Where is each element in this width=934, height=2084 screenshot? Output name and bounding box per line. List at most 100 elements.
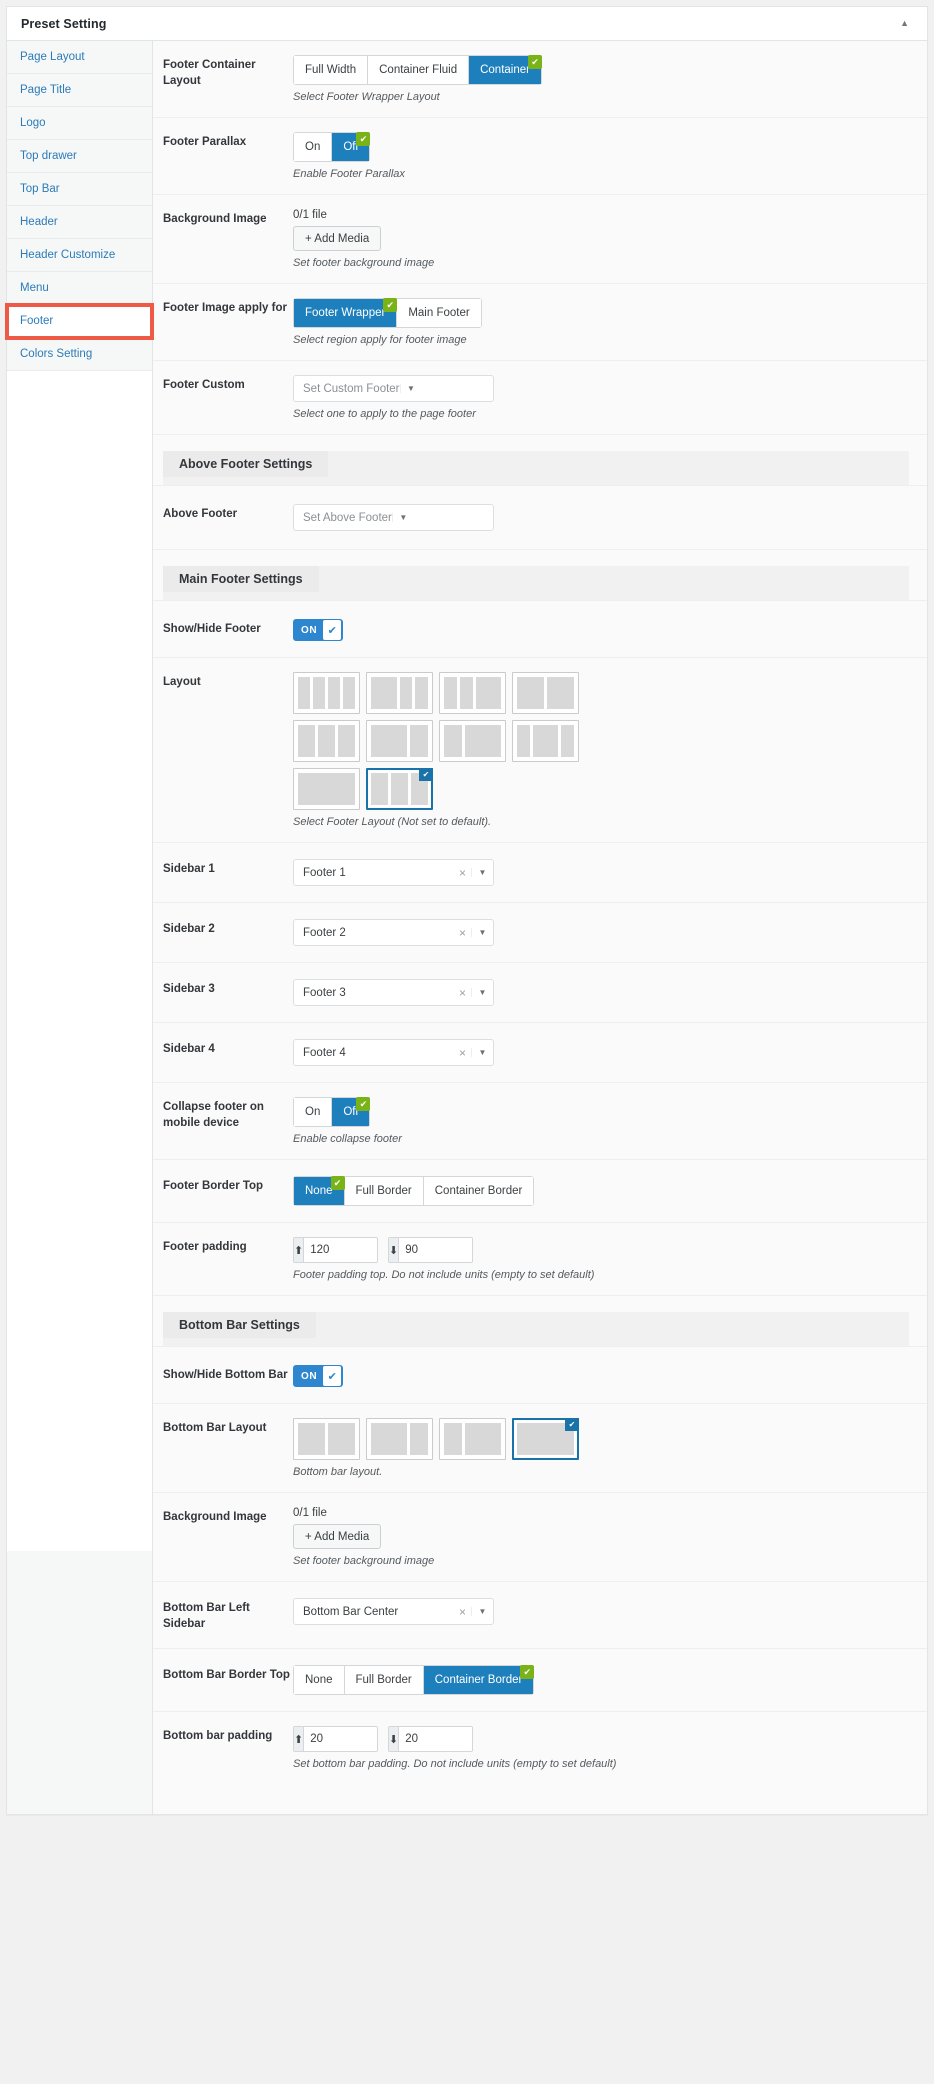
chevron-down-icon[interactable]: ▼ [399,384,422,393]
field-description: Select Footer Layout (Not set to default… [293,816,492,828]
chevron-down-icon[interactable]: ▼ [471,1607,493,1616]
chevron-down-icon[interactable]: ▼ [471,928,493,937]
layout-thumb[interactable] [366,672,433,714]
sidebar-item-label: Page Title [20,84,72,96]
sidebar-3-select[interactable]: Footer 3 × ▼ [293,979,494,1006]
footer-image-apply-group[interactable]: Footer Wrapper ✔ Main Footer [293,298,482,328]
bb-layout-thumb-selected[interactable]: ✔ [512,1418,579,1460]
layout-thumb-selected[interactable]: ✔ [366,768,433,810]
collapse-footer-group[interactable]: On Off ✔ [293,1097,371,1127]
option-label: None [305,1674,333,1687]
check-icon: ✔ [383,298,398,312]
footer-padding-bottom-input[interactable] [399,1238,472,1262]
option-on[interactable]: On [294,1098,333,1126]
option-label: Container Fluid [379,64,458,76]
bottom-bar-left-sidebar-select[interactable]: Bottom Bar Center × ▼ [293,1598,494,1625]
select-placeholder: Set Custom Footer [303,382,400,395]
option-container-fluid[interactable]: Container Fluid [368,56,470,84]
chevron-down-icon[interactable]: ▼ [471,868,493,877]
clear-icon[interactable]: × [454,926,471,940]
option-container[interactable]: Container ✔ [469,55,542,84]
sidebar-item-page-layout[interactable]: Page Layout [7,41,152,74]
select-value: Footer 4 [303,1046,346,1059]
layout-thumb[interactable] [512,672,579,714]
section-above-footer: Above Footer Settings [153,435,927,486]
show-hide-footer-toggle[interactable]: ON ✔ [293,619,344,641]
bottom-bar-border-top-group[interactable]: None Full Border Container Border ✔ [293,1665,535,1696]
toggle-state-label: ON [301,624,318,636]
add-media-button[interactable]: + Add Media [293,226,382,251]
sidebar-2-select[interactable]: Footer 2 × ▼ [293,919,494,946]
row-sidebar-2: Sidebar 2 Footer 2 × ▼ [153,903,927,963]
layout-thumb[interactable] [366,720,433,762]
bb-layout-thumb[interactable] [439,1418,506,1460]
field-description: Select one to apply to the page footer [293,408,476,420]
layout-thumb[interactable] [293,720,360,762]
layout-thumb[interactable] [439,720,506,762]
bb-layout-thumb[interactable] [366,1418,433,1460]
row-above-footer: Above Footer Set Above Footer ▼ [153,486,927,550]
sidebar-item-label: Colors Setting [20,348,93,360]
bottom-bar-padding-bottom-input[interactable] [399,1727,472,1752]
footer-padding-top[interactable]: ⬆ [293,1237,378,1263]
bottom-bar-padding-top[interactable]: ⬆ [293,1726,378,1753]
chevron-up-icon[interactable]: ▲ [896,15,913,32]
option-label: Full Border [355,1674,412,1687]
row-bb-background-image: Background Image 0/1 file + Add Media Se… [153,1493,927,1582]
sidebar-item-top-bar[interactable]: Top Bar [7,173,152,206]
footer-layout-thumbs: ✔ [293,672,645,810]
option-container-border[interactable]: Container Border [423,1177,534,1205]
layout-thumb[interactable] [439,672,506,714]
layout-thumb[interactable] [293,672,360,714]
field-label: Background Image [163,1511,267,1523]
section-title: Bottom Bar Settings [163,1312,316,1338]
clear-icon[interactable]: × [454,986,471,1000]
check-icon: ✔ [356,1097,371,1111]
option-full-border[interactable]: Full Border [344,1177,424,1205]
option-main-footer[interactable]: Main Footer [397,299,481,327]
sidebar-item-page-title[interactable]: Page Title [7,74,152,107]
footer-parallax-group[interactable]: On Off ✔ [293,132,371,162]
sidebar-item-menu[interactable]: Menu [7,272,152,305]
option-on[interactable]: On [294,133,333,161]
chevron-down-icon[interactable]: ▼ [471,1048,493,1057]
panel-body: Page Layout Page Title Logo Top drawer T… [5,41,927,1815]
clear-icon[interactable]: × [454,1046,471,1060]
sidebar-item-top-drawer[interactable]: Top drawer [7,140,152,173]
sidebar-item-logo[interactable]: Logo [7,107,152,140]
option-off[interactable]: Off ✔ [332,1097,371,1126]
show-hide-bottom-bar-toggle[interactable]: ON ✔ [293,1365,344,1387]
option-full-border[interactable]: Full Border [344,1666,424,1695]
footer-container-layout-group[interactable]: Full Width Container Fluid Container ✔ [293,55,542,85]
footer-padding-bottom[interactable]: ⬇ [388,1237,473,1263]
sidebar-item-footer[interactable]: Footer [5,303,154,340]
option-container-border[interactable]: Container Border ✔ [423,1665,535,1695]
clear-icon[interactable]: × [454,1605,471,1619]
option-footer-wrapper[interactable]: Footer Wrapper ✔ [294,298,398,327]
footer-padding-top-input[interactable] [304,1238,377,1262]
field-description: Bottom bar layout. [293,1466,383,1478]
section-title: Above Footer Settings [163,451,329,477]
option-none[interactable]: None [294,1666,345,1695]
chevron-down-icon[interactable]: ▼ [391,513,414,522]
sidebar-item-header-customize[interactable]: Header Customize [7,239,152,272]
option-none[interactable]: None ✔ [294,1176,345,1205]
option-off[interactable]: Off ✔ [332,132,371,161]
chevron-down-icon[interactable]: ▼ [471,988,493,997]
sidebar-item-colors-setting[interactable]: Colors Setting [7,338,152,371]
footer-custom-select[interactable]: Set Custom Footer ▼ [293,375,494,402]
layout-thumb[interactable] [512,720,579,762]
add-media-button[interactable]: + Add Media [293,1524,382,1549]
section-main-footer: Main Footer Settings [153,550,927,601]
clear-icon[interactable]: × [454,866,471,880]
bb-layout-thumb[interactable] [293,1418,360,1460]
footer-border-top-group[interactable]: None ✔ Full Border Container Border [293,1176,535,1206]
above-footer-select[interactable]: Set Above Footer ▼ [293,504,494,531]
layout-thumb[interactable] [293,768,360,810]
sidebar-4-select[interactable]: Footer 4 × ▼ [293,1039,494,1066]
bottom-bar-padding-top-input[interactable] [304,1727,377,1752]
sidebar-1-select[interactable]: Footer 1 × ▼ [293,859,494,886]
option-full-width[interactable]: Full Width [294,56,369,84]
bottom-bar-padding-bottom[interactable]: ⬇ [388,1726,473,1753]
sidebar-item-header[interactable]: Header [7,206,152,239]
